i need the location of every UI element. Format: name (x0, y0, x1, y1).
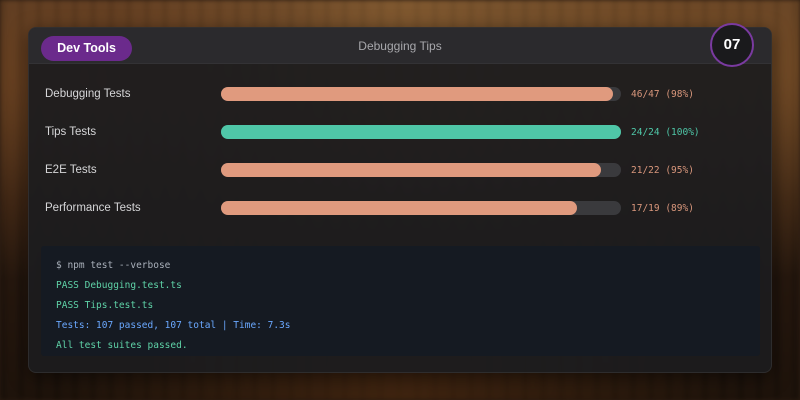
terminal-line: PASS Debugging.test.ts (56, 280, 182, 291)
test-label: E2E Tests (45, 164, 97, 176)
progress-track (221, 201, 621, 215)
progress-track (221, 163, 621, 177)
progress-fill (221, 163, 601, 177)
test-row-tips: Tips Tests 24/24 (100%) (29, 122, 771, 142)
test-stat: 17/19 (89%) (631, 203, 694, 214)
card-header: Dev Tools Debugging Tips (29, 28, 771, 64)
terminal-output: $ npm test --verbose PASS Debugging.test… (41, 246, 760, 356)
test-row-performance: Performance Tests 17/19 (89%) (29, 198, 771, 218)
progress-track (221, 87, 621, 101)
test-label: Debugging Tests (45, 88, 131, 100)
terminal-line: Tests: 107 passed, 107 total | Time: 7.3… (56, 320, 291, 331)
test-results-card: Dev Tools Debugging Tips Debugging Tests… (28, 27, 772, 373)
test-stat: 24/24 (100%) (631, 127, 700, 138)
terminal-line: All test suites passed. (56, 340, 188, 351)
progress-fill (221, 125, 621, 139)
progress-fill (221, 201, 577, 215)
test-stat: 46/47 (98%) (631, 89, 694, 100)
terminal-line: PASS Tips.test.ts (56, 300, 154, 311)
test-row-debugging: Debugging Tests 46/47 (98%) (29, 84, 771, 104)
test-stat: 21/22 (95%) (631, 165, 694, 176)
test-row-e2e: E2E Tests 21/22 (95%) (29, 160, 771, 180)
terminal-line: $ npm test --verbose (56, 260, 171, 271)
header-title: Debugging Tips (358, 39, 442, 53)
progress-track (221, 125, 621, 139)
test-label: Performance Tests (45, 202, 141, 214)
progress-fill (221, 87, 613, 101)
test-label: Tips Tests (45, 126, 97, 138)
step-number-badge: 07 (710, 23, 754, 67)
